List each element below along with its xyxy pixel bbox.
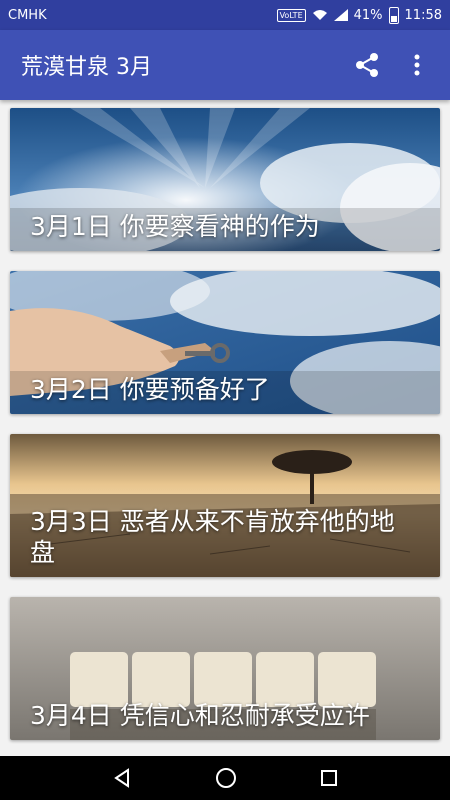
status-icons: VoLTE 41% 11:58 [276, 6, 442, 24]
share-button[interactable] [350, 45, 384, 85]
wifi-icon [312, 10, 327, 20]
home-icon[interactable] [215, 767, 237, 789]
card-title: 3月1日 你要察看神的作为 [30, 212, 320, 241]
devotion-card-mar-4[interactable]: 3月4日 凭信心和忍耐承受应许 [10, 597, 440, 740]
devotion-list: 3月1日 你要察看神的作为 3月2日 你要预备好了 3月3日 恶者从来不肯放弃他… [10, 108, 440, 760]
carrier-label: CMHK [8, 7, 47, 23]
status-bar: CMHK VoLTE 41% 11:58 [0, 0, 450, 30]
devotion-card-mar-3[interactable]: 3月3日 恶者从来不肯放弃他的地盘 [10, 434, 440, 577]
more-vert-icon [414, 54, 420, 76]
card-title: 3月3日 恶者从来不肯放弃他的地盘 [30, 507, 395, 567]
card-title: 3月2日 你要预备好了 [30, 375, 270, 404]
card-title: 3月4日 凭信心和忍耐承受应许 [30, 701, 370, 730]
devotion-card-mar-1[interactable]: 3月1日 你要察看神的作为 [10, 108, 440, 251]
devotion-card-mar-2[interactable]: 3月2日 你要预备好了 [10, 271, 440, 414]
recents-icon[interactable] [320, 769, 338, 787]
app-bar: 荒漠甘泉 3月 [0, 30, 450, 100]
volte-icon: VoLTE [276, 8, 306, 22]
share-icon [356, 53, 378, 77]
page-title: 荒漠甘泉 3月 [21, 55, 152, 80]
back-icon[interactable] [112, 768, 132, 788]
clock: 11:58 [404, 7, 442, 23]
battery-percent: 41% [353, 7, 383, 23]
more-options-button[interactable] [400, 45, 434, 85]
system-nav-bar [0, 756, 450, 800]
signal-icon [333, 9, 348, 21]
battery-icon [388, 6, 399, 24]
